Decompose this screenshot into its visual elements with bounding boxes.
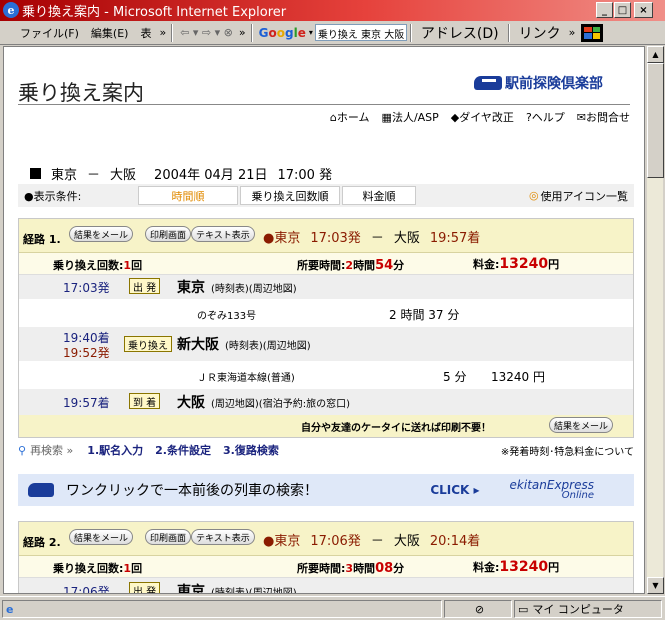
- station-name[interactable]: 新大阪: [177, 334, 219, 354]
- phone-note-row: 自分や友達のケータイに送れば印刷不要！ 結果をメール: [19, 415, 633, 437]
- route-label: 経路 2.: [23, 536, 61, 549]
- top-nav: ⌂ホーム ▦法人/ASP ◆ダイヤ改正 ?ヘルプ ✉お問合せ: [330, 109, 630, 125]
- nav-corporate[interactable]: ▦法人/ASP: [382, 109, 439, 125]
- text-view-button[interactable]: テキスト表示: [191, 529, 255, 545]
- arrival-badge: 到 着: [129, 393, 161, 409]
- popup-blocker-icon[interactable]: ⊘: [475, 603, 484, 616]
- pin-icon: ⚲: [18, 443, 27, 457]
- train-icon: [474, 76, 502, 90]
- menu-file[interactable]: ファイル(F): [0, 25, 85, 41]
- brand-logo[interactable]: 駅前探険倶楽部: [474, 73, 603, 93]
- scroll-down-button[interactable]: ▼: [647, 577, 664, 594]
- ekitan-banner[interactable]: ワンクリックで一本前後の列車の検索！ CLICK ▸ ekitanExpress…: [18, 474, 634, 506]
- nav-contact[interactable]: ✉お問合せ: [577, 109, 630, 125]
- station-row: 17:03発 出 発 東京 (時刻表)(周辺地図): [19, 275, 633, 299]
- status-bar: e ⊘ ▭ マイ コンピュータ: [0, 596, 665, 620]
- fare-note-link[interactable]: ※発着時刻･特急料金について: [501, 443, 634, 458]
- research-return[interactable]: 3.復路検索: [223, 442, 279, 458]
- research-label: 再検索 »: [30, 444, 74, 457]
- leg-row: ＪＲ東海道本線(普通) 5 分 13240 円: [19, 361, 633, 389]
- scroll-up-button[interactable]: ▲: [647, 46, 664, 63]
- chevron-icon[interactable]: »: [157, 26, 168, 39]
- vertical-scrollbar[interactable]: ▲ ▼: [646, 46, 664, 594]
- station-links[interactable]: (時刻表)(周辺地図): [225, 337, 311, 352]
- chevron-icon[interactable]: »: [237, 26, 248, 39]
- station-links[interactable]: (時刻表)(周辺地図): [211, 584, 297, 593]
- browser-content: 乗り換え案内 駅前探険倶楽部 ⌂ホーム ▦法人/ASP ◆ダイヤ改正 ?ヘルプ …: [3, 46, 645, 594]
- nav-timetable-change[interactable]: ◆ダイヤ改正: [451, 109, 514, 125]
- station-row: 19:57着 到 着 大阪 (周辺地図)(宿泊予約:旅の窓口): [19, 389, 633, 415]
- station-row: 17:06発 出 発 東京 (時刻表)(周辺地図): [19, 578, 633, 593]
- mail-result-button[interactable]: 結果をメール: [69, 529, 134, 545]
- maximize-button[interactable]: □: [614, 2, 631, 18]
- close-button[interactable]: ×: [634, 2, 653, 18]
- target-icon: ◎: [528, 189, 539, 202]
- scroll-thumb[interactable]: [647, 63, 664, 178]
- mail-result-button-2[interactable]: 結果をメール: [549, 417, 614, 433]
- status-text: e: [2, 600, 442, 618]
- square-icon: [30, 168, 41, 179]
- status-icons: ⊘: [444, 600, 512, 618]
- chevron-down-icon[interactable]: ▾: [309, 28, 313, 37]
- departure-badge: 出 発: [129, 582, 161, 593]
- nav-arrows[interactable]: ⇦ ▾ ⇨ ▾ ⊗: [176, 26, 237, 39]
- links-label[interactable]: リンク: [513, 23, 567, 43]
- route-summary: ●東京 17:06発 － 大阪 20:14着: [263, 534, 481, 549]
- icon-list-link[interactable]: ◎ 使用アイコン一覧: [529, 188, 628, 204]
- route-stats: 乗り換え回数:1回 所要時間:2時間54分 料金:13240円: [19, 253, 633, 275]
- search-headline: 東京 － 大阪 2004年 04月 21日 17:00 発: [30, 164, 332, 183]
- page-title: 乗り換え案内: [18, 81, 144, 105]
- conditions-label: ●表示条件:: [24, 189, 82, 203]
- zone-panel: ▭ マイ コンピュータ: [514, 600, 662, 618]
- mail-result-button[interactable]: 結果をメール: [69, 226, 134, 242]
- print-button[interactable]: 印刷画面: [145, 226, 192, 242]
- nav-help[interactable]: ?ヘルプ: [526, 109, 565, 125]
- ie-page-icon: e: [6, 602, 14, 616]
- station-row: 19:40着 19:52発 乗り換え 新大阪 (時刻表)(周辺地図): [19, 327, 633, 361]
- tab-transfer-order[interactable]: 乗り換え回数順: [240, 186, 340, 205]
- menu-view[interactable]: 表: [134, 25, 157, 41]
- station-links[interactable]: (周辺地図)(宿泊予約:旅の窓口): [211, 395, 350, 410]
- minimize-button[interactable]: _: [596, 2, 613, 18]
- address-label[interactable]: アドレス(D): [415, 23, 505, 43]
- tab-time-order[interactable]: 時間順: [138, 186, 238, 205]
- window-title: 乗り換え案内 - Microsoft Internet Explorer: [22, 5, 287, 20]
- route-summary: ●東京 17:03発 － 大阪 19:57着: [263, 231, 481, 246]
- google-logo[interactable]: Google: [256, 26, 309, 40]
- leg-row: のぞみ133号 2 時間 37 分: [19, 299, 633, 327]
- print-button[interactable]: 印刷画面: [145, 529, 192, 545]
- route-label: 経路 1.: [23, 233, 61, 246]
- menu-edit[interactable]: 編集(E): [85, 25, 135, 41]
- station-name[interactable]: 大阪: [177, 392, 205, 412]
- train-icon: [28, 483, 54, 497]
- route-stats: 乗り換え回数:1回 所要時間:3時間08分 料金:13240円: [19, 556, 633, 578]
- display-conditions: ●表示条件: 時間順 乗り換え回数順 料金順 ◎ 使用アイコン一覧: [18, 184, 634, 207]
- route-header: 経路 2. 結果をメール 印刷画面 テキスト表示 ●東京 17:06発 － 大阪…: [19, 522, 633, 556]
- station-name[interactable]: 東京: [177, 277, 205, 297]
- ie-icon: e: [3, 2, 19, 18]
- departure-badge: 出 発: [129, 278, 161, 294]
- route-2: 経路 2. 結果をメール 印刷画面 テキスト表示 ●東京 17:06発 － 大阪…: [18, 521, 634, 593]
- windows-logo-icon: [581, 23, 604, 42]
- menu-toolbar: ファイル(F) 編集(E) 表 » ⇦ ▾ ⇨ ▾ ⊗ » Google ▾ 乗…: [0, 21, 665, 45]
- station-name[interactable]: 東京: [177, 581, 205, 593]
- transfer-badge: 乗り換え: [124, 336, 172, 352]
- research-conditions[interactable]: 2.条件設定: [155, 442, 211, 458]
- station-links[interactable]: (時刻表)(周辺地図): [211, 280, 297, 295]
- title-bar: e 乗り換え案内 - Microsoft Internet Explorer: [0, 0, 665, 21]
- route-header: 経路 1. 結果をメール 印刷画面 テキスト表示 ●東京 17:03発 － 大阪…: [19, 219, 633, 253]
- research-row: ⚲ 再検索 » 1.駅名入力 2.条件設定 3.復路検索 ※発着時刻･特急料金に…: [18, 441, 634, 459]
- route-1: 経路 1. 結果をメール 印刷画面 テキスト表示 ●東京 17:03発 － 大阪…: [18, 218, 634, 438]
- nav-home[interactable]: ⌂ホーム: [330, 109, 370, 125]
- tab-fare-order[interactable]: 料金順: [342, 186, 416, 205]
- computer-icon: ▭: [518, 602, 529, 616]
- research-station-input[interactable]: 1.駅名入力: [87, 442, 143, 458]
- title-divider: [18, 104, 630, 105]
- google-search-input[interactable]: 乗り換え 東京 大阪: [314, 24, 407, 41]
- chevron-icon[interactable]: »: [567, 26, 578, 39]
- text-view-button[interactable]: テキスト表示: [191, 226, 255, 242]
